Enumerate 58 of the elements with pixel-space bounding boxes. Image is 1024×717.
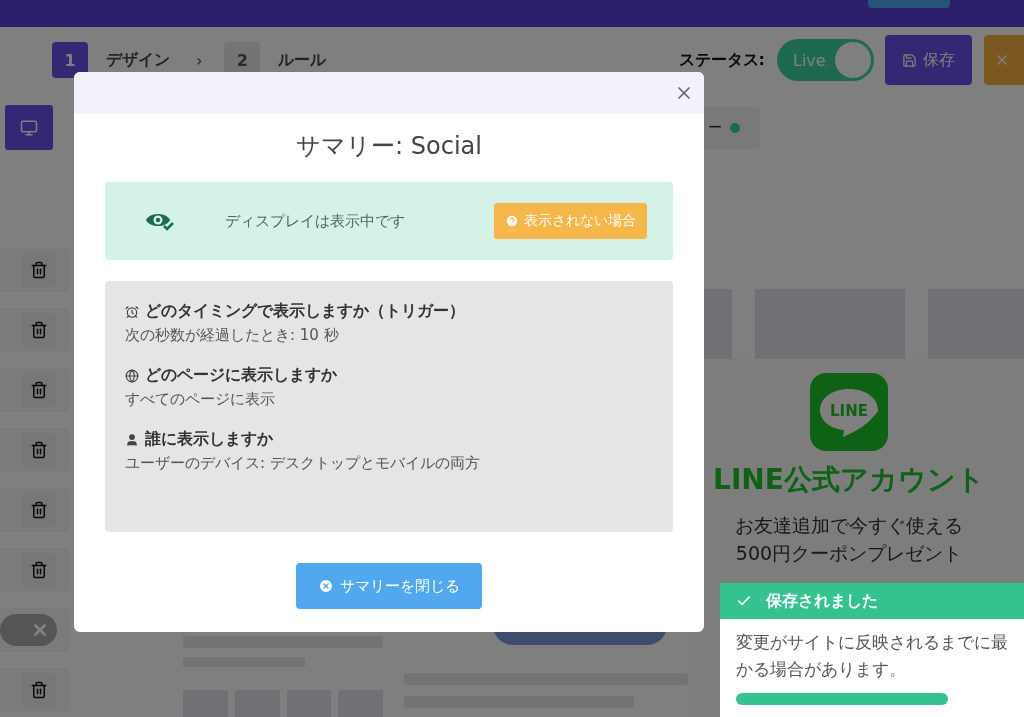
close-icon [318, 578, 334, 594]
close-summary-button[interactable]: サマリーを閉じる [296, 563, 482, 609]
trash-icon [30, 681, 48, 699]
step-label[interactable]: デザイン [106, 49, 170, 71]
section-heading: 誰に表示しますか [145, 429, 273, 450]
layer-row[interactable] [0, 248, 70, 292]
delete-button[interactable] [22, 433, 56, 467]
popup-text: 500円クーポンプレゼント [735, 541, 963, 566]
save-button[interactable]: 保存 [885, 35, 972, 85]
trash-icon [30, 261, 48, 279]
trash-icon [30, 561, 48, 579]
section-heading: どのページに表示しますか [145, 365, 337, 386]
cross-icon [31, 621, 49, 639]
layer-row[interactable] [0, 668, 70, 712]
globe-icon [125, 368, 139, 383]
layer-row[interactable] [0, 428, 70, 472]
delete-button[interactable] [22, 253, 56, 287]
help-button[interactable]: 表示されない場合 [494, 203, 647, 239]
trash-icon [30, 321, 48, 339]
user-icon [125, 432, 139, 447]
section-detail: ユーザーのデバイス: デスクトップとモバイルの両方 [125, 454, 481, 473]
step-number[interactable]: 1 [52, 42, 88, 78]
step-separator: › [196, 50, 203, 70]
popup-text: お友達追加で今すぐ使える [735, 513, 963, 538]
placeholder-block [704, 289, 732, 359]
delete-button[interactable] [22, 313, 56, 347]
notification-title: 保存されました [766, 590, 878, 612]
status-dot [730, 123, 740, 133]
tab-label: ー [708, 119, 722, 137]
logo-text: LINE [830, 402, 868, 420]
dialog-title: サマリー: Social [296, 131, 482, 162]
layer-row[interactable] [0, 308, 70, 352]
section-detail: 次の秒数が経過したとき: 10 秒 [125, 326, 340, 345]
status-text: ディスプレイは表示中です [225, 211, 406, 231]
monitor-icon [20, 118, 38, 137]
section-detail: すべてのページに表示 [125, 390, 276, 409]
notification-text: かる場合があります。 [736, 659, 907, 681]
delete-button[interactable] [22, 673, 56, 707]
alarm-clock-icon [125, 304, 139, 319]
layer-row[interactable] [0, 548, 70, 592]
layer-row[interactable] [0, 368, 70, 412]
toggle-switch[interactable] [0, 614, 57, 646]
popup-title: LINE公式アカウント [713, 462, 985, 498]
status-label: ステータス: [678, 49, 765, 71]
delete-button[interactable] [22, 493, 56, 527]
trash-icon [30, 441, 48, 459]
notification-text: 変更がサイトに反映されるまでに最 [736, 632, 1009, 654]
status-toggle[interactable]: Live [777, 39, 874, 81]
trash-icon [30, 381, 48, 399]
save-icon [902, 52, 917, 68]
help-icon [505, 214, 519, 228]
step-label[interactable]: ルール [278, 49, 327, 71]
delete-button[interactable] [22, 373, 56, 407]
section-heading: どのタイミングで表示しますか（トリガー） [145, 301, 465, 322]
desktop-view-button[interactable] [5, 105, 53, 150]
delete-button[interactable] [22, 553, 56, 587]
layer-row[interactable] [0, 488, 70, 532]
trash-icon [30, 501, 48, 519]
